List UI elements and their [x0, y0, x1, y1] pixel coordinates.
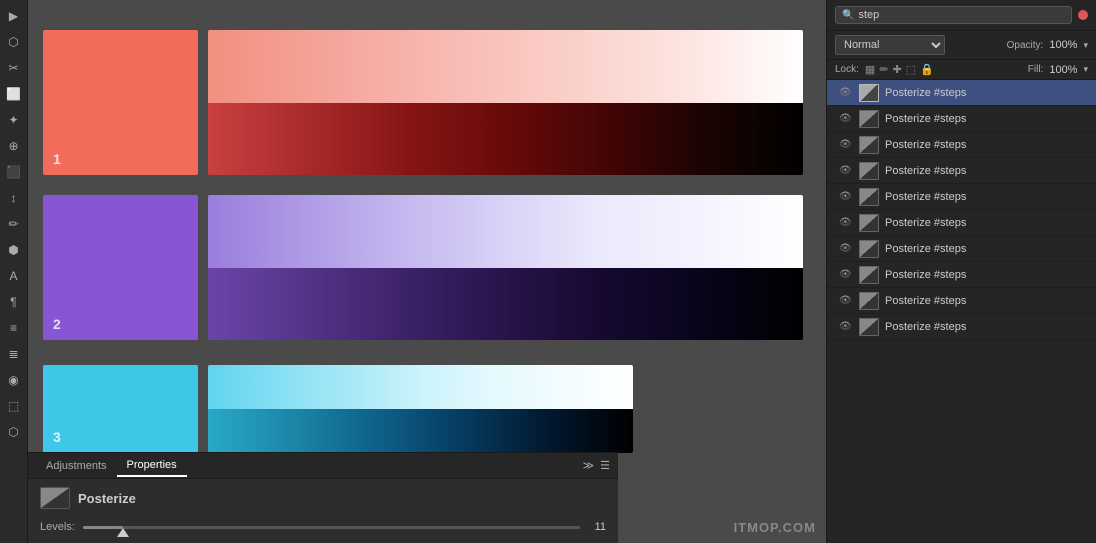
- layer-name: Posterize #steps: [885, 113, 1088, 125]
- tool-zoom[interactable]: ⬚: [2, 394, 26, 418]
- lock-image-icon[interactable]: ✏: [879, 63, 888, 76]
- tool-color[interactable]: ◉: [2, 368, 26, 392]
- levels-slider-track[interactable]: [83, 526, 580, 529]
- layer-thumbnail: [859, 214, 879, 232]
- lock-all-icon[interactable]: 🔒: [920, 63, 934, 76]
- eye-visibility-icon[interactable]: 👁: [839, 217, 853, 228]
- tool-brush[interactable]: ⬛: [2, 160, 26, 184]
- eye-visibility-icon[interactable]: 👁: [839, 295, 853, 306]
- tab-adjustments[interactable]: Adjustments: [36, 456, 117, 476]
- swatch-2-solid: 2: [43, 195, 198, 340]
- swatch-2-number: 2: [53, 316, 61, 332]
- tool-crop[interactable]: ✂: [2, 56, 26, 80]
- eye-visibility-icon[interactable]: 👁: [839, 87, 853, 98]
- filter-dot[interactable]: [1078, 10, 1088, 20]
- layer-name: Posterize #steps: [885, 321, 1088, 333]
- eye-visibility-icon[interactable]: 👁: [839, 191, 853, 202]
- eye-visibility-icon[interactable]: 👁: [839, 165, 853, 176]
- posterize-icon: [40, 487, 70, 509]
- swatch-3-solid: 3: [43, 365, 198, 453]
- eye-visibility-icon[interactable]: 👁: [839, 269, 853, 280]
- search-box[interactable]: 🔍: [835, 6, 1072, 24]
- lock-position-icon[interactable]: ✚: [893, 63, 902, 76]
- layers-search-row: 🔍: [827, 0, 1096, 31]
- swatch-1-number: 1: [53, 151, 61, 167]
- layer-item[interactable]: 👁 Posterize #steps: [827, 210, 1096, 236]
- layer-item[interactable]: 👁 Posterize #steps: [827, 262, 1096, 288]
- tool-select[interactable]: ⬜: [2, 82, 26, 106]
- layer-item[interactable]: 👁 Posterize #steps: [827, 80, 1096, 106]
- lock-artboard-icon[interactable]: ⬚: [906, 63, 916, 76]
- levels-label: Levels:: [40, 521, 75, 533]
- levels-value: 11: [588, 521, 606, 533]
- tool-path[interactable]: ≡: [2, 316, 26, 340]
- layer-thumbnail: [859, 188, 879, 206]
- canvas-area: 1 2: [28, 0, 826, 543]
- tool-eraser[interactable]: ✏: [2, 212, 26, 236]
- eye-visibility-icon[interactable]: 👁: [839, 243, 853, 254]
- levels-slider-thumb[interactable]: [117, 528, 129, 537]
- tool-hand[interactable]: ⬡: [2, 420, 26, 444]
- lock-icons: ▦ ✏ ✚ ⬚ 🔒: [865, 63, 934, 76]
- layer-thumbnail: [859, 110, 879, 128]
- lock-label: Lock:: [835, 64, 859, 75]
- layer-thumbnail: [859, 266, 879, 284]
- layer-thumbnail: [859, 84, 879, 102]
- posterize-title: Posterize: [78, 491, 136, 506]
- blend-mode-select[interactable]: Normal: [835, 35, 945, 55]
- eye-visibility-icon[interactable]: 👁: [839, 113, 853, 124]
- layer-thumbnail: [859, 136, 879, 154]
- swatch-1-solid: 1: [43, 30, 198, 175]
- opacity-arrow[interactable]: ▾: [1083, 40, 1088, 51]
- layer-thumbnail: [859, 318, 879, 336]
- fill-arrow[interactable]: ▾: [1083, 64, 1088, 75]
- layer-name: Posterize #steps: [885, 295, 1088, 307]
- layer-name: Posterize #steps: [885, 217, 1088, 229]
- layer-name: Posterize #steps: [885, 243, 1088, 255]
- layer-name: Posterize #steps: [885, 165, 1088, 177]
- swatch-3-number: 3: [53, 429, 61, 445]
- layer-name: Posterize #steps: [885, 139, 1088, 151]
- tool-clone[interactable]: ↕: [2, 186, 26, 210]
- layer-name: Posterize #steps: [885, 87, 1088, 99]
- eye-visibility-icon[interactable]: 👁: [839, 321, 853, 332]
- layer-item[interactable]: 👁 Posterize #steps: [827, 184, 1096, 210]
- layer-item[interactable]: 👁 Posterize #steps: [827, 132, 1096, 158]
- fill-value: 100%: [1049, 64, 1077, 76]
- tool-healing[interactable]: ⊕: [2, 134, 26, 158]
- opacity-label: Opacity:: [1007, 40, 1044, 51]
- layer-name: Posterize #steps: [885, 269, 1088, 281]
- layer-item[interactable]: 👁 Posterize #steps: [827, 236, 1096, 262]
- fill-label: Fill:: [1028, 64, 1044, 75]
- tab-properties[interactable]: Properties: [117, 455, 187, 477]
- layer-name: Posterize #steps: [885, 191, 1088, 203]
- lock-transparency-icon[interactable]: ▦: [865, 63, 875, 76]
- layers-panel: 🔍 Normal Opacity: 100% ▾ Lock: ▦ ✏ ✚ ⬚ 🔒: [826, 0, 1096, 543]
- layer-item[interactable]: 👁 Posterize #steps: [827, 288, 1096, 314]
- tool-text[interactable]: A: [2, 264, 26, 288]
- tool-frame[interactable]: ⬡: [2, 30, 26, 54]
- layer-thumbnail: [859, 240, 879, 258]
- panel-menu-icon[interactable]: ☰: [600, 459, 610, 472]
- tool-gradient[interactable]: ⬢: [2, 238, 26, 262]
- search-icon: 🔍: [842, 10, 854, 21]
- blend-mode-row: Normal Opacity: 100% ▾: [827, 31, 1096, 60]
- tool-paragraph[interactable]: ¶: [2, 290, 26, 314]
- search-input[interactable]: [858, 9, 1065, 21]
- layer-thumbnail: [859, 292, 879, 310]
- lock-row: Lock: ▦ ✏ ✚ ⬚ 🔒 Fill: 100% ▾: [827, 60, 1096, 80]
- layers-list: 👁 Posterize #steps 👁 Posterize #steps 👁 Poste…: [827, 80, 1096, 543]
- eye-visibility-icon[interactable]: 👁: [839, 139, 853, 150]
- panel-expand-icon[interactable]: ≫: [583, 459, 595, 472]
- tool-star[interactable]: ✦: [2, 108, 26, 132]
- layer-item[interactable]: 👁 Posterize #steps: [827, 314, 1096, 340]
- tool-pen[interactable]: ≣: [2, 342, 26, 366]
- left-toolbar: ▶ ⬡ ✂ ⬜ ✦ ⊕ ⬛ ↕ ✏ ⬢ A ¶ ≡ ≣ ◉ ⬚ ⬡: [0, 0, 28, 543]
- layer-thumbnail: [859, 162, 879, 180]
- layer-item[interactable]: 👁 Posterize #steps: [827, 106, 1096, 132]
- opacity-value: 100%: [1049, 39, 1077, 51]
- tool-arrow[interactable]: ▶: [2, 4, 26, 28]
- watermark: ITMOP.COM: [734, 520, 816, 535]
- layer-item[interactable]: 👁 Posterize #steps: [827, 158, 1096, 184]
